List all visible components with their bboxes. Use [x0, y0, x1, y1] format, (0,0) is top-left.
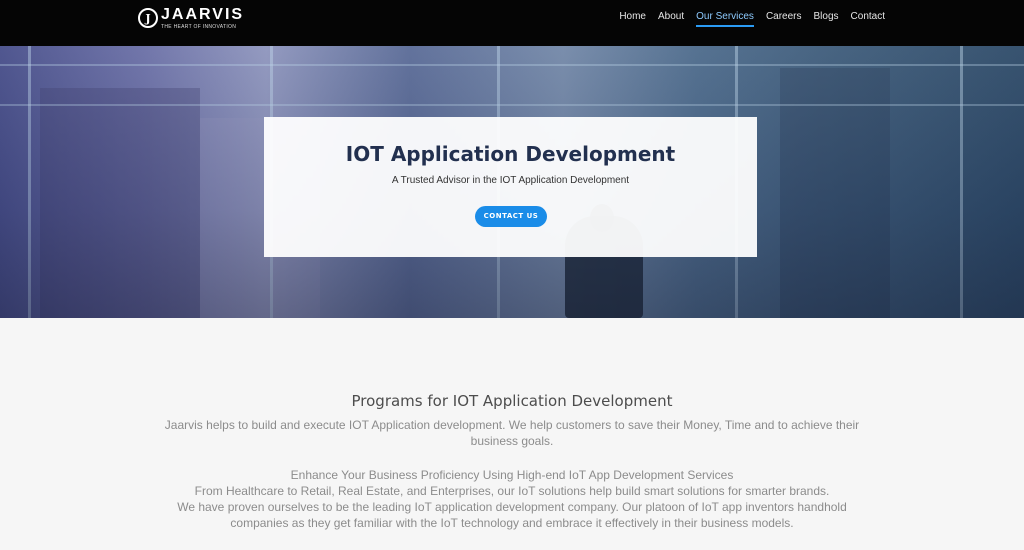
hero-card: IOT Application Development A Trusted Ad…	[264, 117, 757, 257]
programs-section: Programs for IOT Application Development…	[0, 318, 1024, 550]
section-line: We have proven ourselves to be the leadi…	[177, 500, 847, 530]
nav-link-blogs[interactable]: Blogs	[814, 11, 839, 27]
nav-link-about[interactable]: About	[658, 11, 684, 27]
section-body: Enhance Your Business Proficiency Using …	[150, 467, 874, 531]
logo-tagline: THE HEART OF INNOVATION	[161, 23, 237, 30]
nav-link-contact[interactable]: Contact	[851, 11, 885, 27]
section-line: Enhance Your Business Proficiency Using …	[290, 468, 734, 482]
top-navbar: J JAARVIS THE HEART OF INNOVATION Home A…	[0, 0, 1024, 46]
section-title: Programs for IOT Application Development	[351, 392, 673, 410]
nav-link-careers[interactable]: Careers	[766, 11, 802, 27]
section-line: From Healthcare to Retail, Real Estate, …	[194, 484, 830, 498]
jaarvis-logo[interactable]: J JAARVIS THE HEART OF INNOVATION	[138, 6, 244, 30]
section-intro: Jaarvis helps to build and execute IOT A…	[164, 418, 860, 448]
nav-links: Home About Our Services Careers Blogs Co…	[607, 11, 885, 27]
hero-banner: IOT Application Development A Trusted Ad…	[0, 46, 1024, 318]
hero-subtitle: A Trusted Advisor in the IOT Application…	[391, 175, 630, 186]
logo-badge-icon: J	[138, 8, 158, 28]
contact-us-button[interactable]: CONTACT US	[475, 206, 547, 227]
nav-link-home[interactable]: Home	[619, 11, 646, 27]
nav-link-our-services[interactable]: Our Services	[696, 11, 754, 27]
logo-name: JAARVIS	[161, 5, 245, 23]
hero-title: IOT Application Development	[345, 142, 676, 166]
